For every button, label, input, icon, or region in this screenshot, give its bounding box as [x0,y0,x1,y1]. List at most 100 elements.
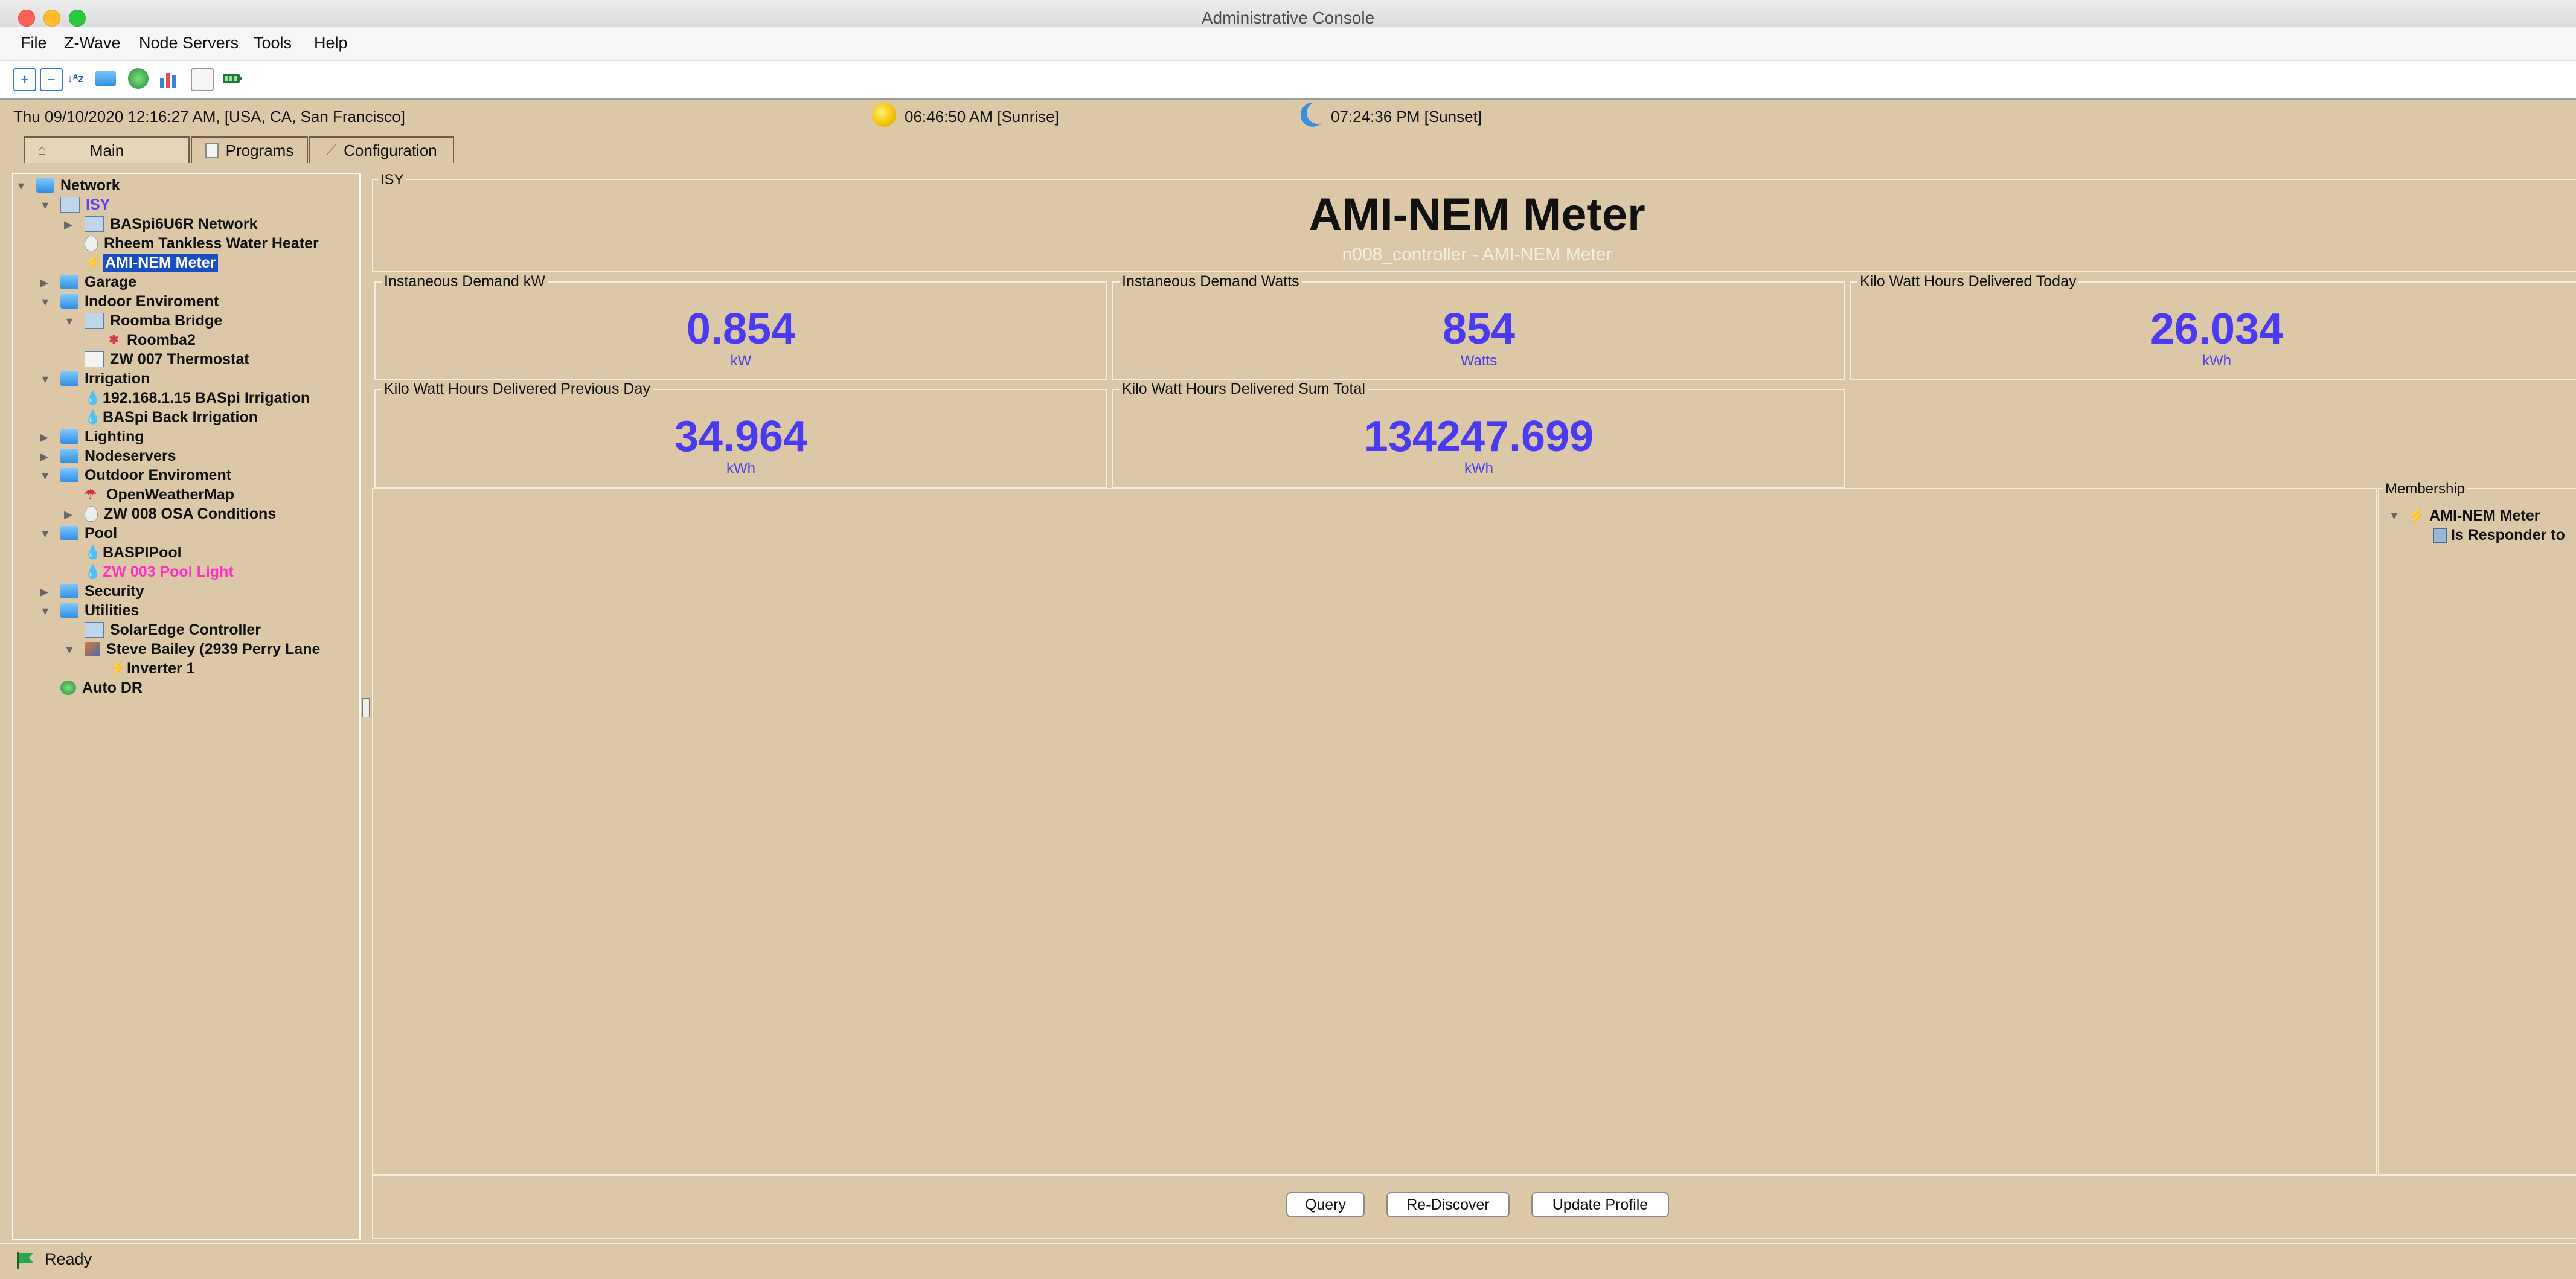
menu-z-wave[interactable]: Z-Wave [64,34,121,53]
computer-icon [60,197,80,213]
menu-tools[interactable]: Tools [254,34,292,53]
card-label: Kilo Watt Hours Delivered Previous Day [382,380,653,398]
membership-label: Membership [2383,481,2468,498]
tab-programs[interactable]: Programs [191,136,308,163]
card-label: Instaneous Demand kW [382,273,548,290]
tree-item-label: ZW 007 Thermostat [110,350,249,368]
chevron-right-icon[interactable]: ▶ [64,508,72,521]
update-profile-button[interactable]: Update Profile [1531,1192,1669,1217]
tree-item[interactable]: ✱ Roomba2 [109,331,196,349]
chevron-down-icon[interactable]: ▼ [64,644,75,656]
device-subtitle: n008_controller - AMI-NEM Meter [1342,245,1612,264]
membership-item-label: Is Responder to [2450,527,2565,543]
tree-item[interactable]: ISY [60,196,110,214]
chart-icon[interactable] [158,68,179,89]
tree-item[interactable]: Security [60,582,144,600]
tree-item-label: BASPIPool [103,543,182,561]
isy-frame-label: ISY [378,171,406,188]
chevron-down-icon[interactable]: ▼ [16,180,27,193]
device-detail-area [372,488,2377,1175]
card-kwh-delivered-previous-day: Kilo Watt Hours Delivered Previous Day 3… [374,380,1107,488]
tree-item[interactable]: Auto DR [60,679,143,697]
menu-help[interactable]: Help [314,34,348,53]
collapse-all-icon[interactable]: − [40,68,63,91]
card-instaneous-demand-kw: Instaneous Demand kW 0.854 kW [374,273,1107,380]
tree-item[interactable]: Utilities [60,601,139,620]
tree-item[interactable]: Lighting [60,428,144,446]
panel-splitter-handle[interactable] [362,698,370,717]
tree-item[interactable]: Roomba Bridge [85,312,222,330]
card-unit: kWh [726,460,755,476]
chevron-down-icon[interactable]: ▼ [40,373,51,386]
expand-all-icon[interactable]: + [13,68,36,91]
folder-icon [60,429,78,444]
chevron-down-icon[interactable]: ▼ [2389,510,2400,522]
thermostat-icon [85,351,104,367]
chevron-down-icon[interactable]: ▼ [40,605,51,618]
lightbulb-icon [85,236,98,251]
tree-item[interactable]: Network [36,176,120,194]
folder-icon [60,371,78,386]
card-value: 26.034 [2150,305,2284,353]
chevron-right-icon[interactable]: ▶ [64,219,72,231]
folder-icon [36,178,54,193]
tree-item[interactable]: ☂ OpenWeatherMap [85,486,234,504]
folder-icon[interactable] [95,71,116,86]
tree-item[interactable]: Garage [60,273,136,291]
wrench-icon: ⟋ [326,142,337,158]
chevron-down-icon[interactable]: ▼ [64,315,75,328]
chevron-down-icon[interactable]: ▼ [40,470,51,482]
tab-main[interactable]: ⌂ Main [24,136,190,163]
tree-item[interactable]: 💧 BASPIPool [85,543,182,562]
query-button[interactable]: Query [1286,1192,1365,1217]
tree-item[interactable]: Pool [60,524,117,542]
chevron-down-icon[interactable]: ▼ [40,199,51,212]
tree-item[interactable]: ZW 008 OSA Conditions [85,505,276,523]
tab-configuration[interactable]: ⟋ Configuration [309,136,454,163]
chevron-down-icon[interactable]: ▼ [40,528,51,540]
tree-item[interactable]: Steve Bailey (2939 Perry Lane [85,640,320,658]
membership-item-responder[interactable]: Is Responder to [2433,527,2565,544]
chevron-down-icon[interactable]: ▼ [40,296,51,309]
card-value: 0.854 [686,305,796,353]
tree-item[interactable]: 💧 192.168.1.15 BASpi Irrigation [85,389,310,407]
tree-item-label: Utilities [85,601,139,619]
card-value: 34.964 [674,412,808,461]
rediscover-button[interactable]: Re-Discover [1386,1192,1510,1217]
battery-icon[interactable] [222,68,243,89]
tree-item[interactable]: SolarEdge Controller [85,621,261,639]
tree-item[interactable]: BASpi6U6R Network [85,215,258,233]
menu-node-servers[interactable]: Node Servers [139,34,239,53]
responder-icon [2433,528,2447,543]
tree-item-label: Network [60,176,120,194]
card-value: 134247.699 [1363,412,1594,461]
tab-configuration-label: Configuration [344,141,437,159]
chevron-right-icon[interactable]: ▶ [40,586,48,598]
folder-icon [60,526,78,540]
tree-item[interactable]: 💧 ZW 003 Pool Light [85,563,234,581]
tree-item[interactable]: ⚡ Inverter 1 [109,659,195,678]
blank-page-icon[interactable] [191,68,214,91]
tree-item[interactable]: ZW 007 Thermostat [85,350,249,368]
current-datetime: Thu 09/10/2020 12:16:27 AM, [USA, CA, Sa… [13,107,405,126]
card-label: Kilo Watt Hours Delivered Sum Total [1120,380,1368,398]
tree-item[interactable]: Rheem Tankless Water Heater [85,234,319,252]
tree-item-label: OpenWeatherMap [106,486,235,503]
menu-file[interactable]: File [21,34,47,53]
tree-item[interactable]: Outdoor Enviroment [60,466,231,484]
tree-item[interactable]: Indoor Enviroment [60,292,219,310]
water-drop-icon: 💧 [85,409,101,425]
tree-item[interactable]: 💧 BASpi Back Irrigation [85,408,258,426]
chevron-right-icon[interactable]: ▶ [40,277,48,289]
card-kwh-delivered-today: Kilo Watt Hours Delivered Today 26.034 k… [1850,273,2576,380]
tree-item[interactable]: Nodeservers [60,447,176,465]
chevron-right-icon[interactable]: ▶ [40,450,48,463]
tree-item-label: Irrigation [85,370,150,387]
tree-item[interactable]: Irrigation [60,370,150,388]
tree-item-label: Rheem Tankless Water Heater [104,234,319,252]
sort-az-icon[interactable]: ↓ᴬz [65,68,86,89]
network-icon[interactable] [128,68,149,89]
membership-item-meter[interactable]: ⚡ AMI-NEM Meter [2407,507,2540,525]
chevron-right-icon[interactable]: ▶ [40,431,48,444]
tree-item[interactable]: ⚡ AMI-NEM Meter [85,254,219,272]
